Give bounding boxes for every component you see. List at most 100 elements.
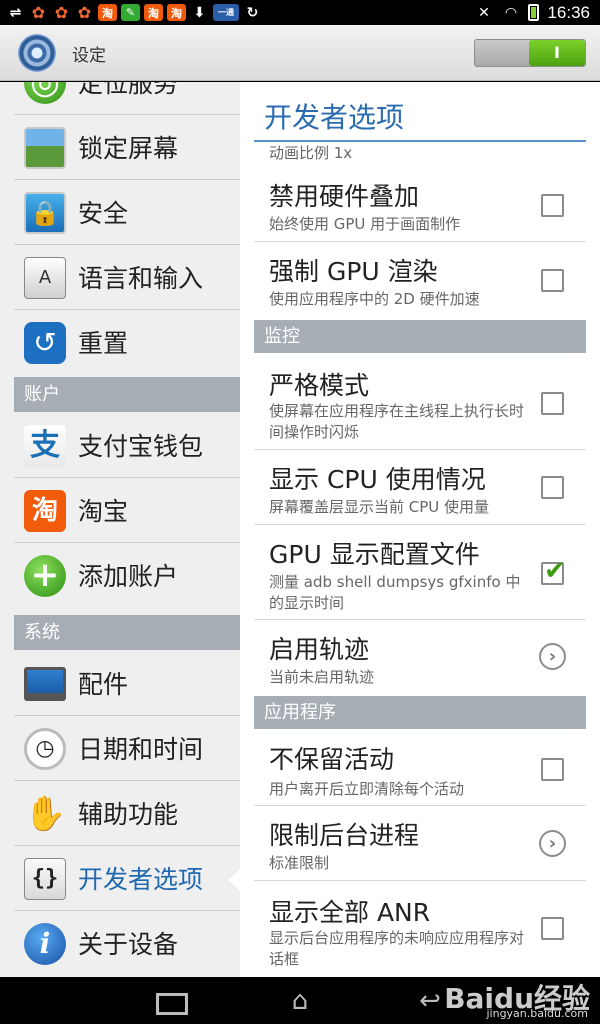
download-icon: ⬇ xyxy=(193,4,206,21)
sidebar-item-date-time[interactable]: ◷ 日期和时间 xyxy=(14,716,240,781)
sync-icon: ↻ xyxy=(246,4,259,21)
sidebar-item-lock-screen[interactable]: 锁定屏幕 xyxy=(14,115,240,180)
item-title: 限制后台进程 xyxy=(269,821,420,850)
sidebar-item-label: 语言和输入 xyxy=(78,264,204,293)
item-title: 显示全部 ANR xyxy=(269,898,431,927)
item-subtitle: 标准限制 xyxy=(269,854,330,872)
clock-icon: ◷ xyxy=(24,728,66,770)
clock-time: 16:36 xyxy=(547,2,590,22)
item-title: 禁用硬件叠加 xyxy=(269,182,420,211)
item-subtitle: 测量 adb shell dumpsys gfxinfo 中的显示时间 xyxy=(269,573,521,612)
checkbox[interactable] xyxy=(541,194,564,217)
clover-icon: ✿ xyxy=(77,3,92,22)
list-item-partial: 动画比例 1x xyxy=(254,142,586,164)
setting-show-cpu-usage[interactable]: 显示 CPU 使用情况 屏幕覆盖层显示当前 CPU 使用量 xyxy=(254,450,586,525)
usb-icon: ⇌ xyxy=(9,4,22,21)
security-icon: 🔒 xyxy=(24,192,66,234)
sidebar-item-reset[interactable]: ↺ 重置 xyxy=(14,310,240,375)
panel-title: 开发者选项 xyxy=(264,101,405,134)
developer-options-panel: 开发者选项 动画比例 1x 禁用硬件叠加 始终使用 GPU 用于画面制作 强制 … xyxy=(240,82,600,977)
taobao-icon: 淘 xyxy=(144,4,163,21)
setting-force-gpu-render[interactable]: 强制 GPU 渲染 使用应用程序中的 2D 硬件加速 xyxy=(254,242,586,315)
item-title: 显示 CPU 使用情况 xyxy=(269,465,486,494)
sidebar-item-developer-options[interactable]: {} 开发者选项 xyxy=(14,846,240,911)
lock-screen-icon xyxy=(24,127,66,169)
alipay-icon: 支 xyxy=(24,425,66,467)
sidebar-item-label: 辅助功能 xyxy=(78,800,179,829)
sidebar-item-label: 日期和时间 xyxy=(78,735,204,764)
item-subtitle: 始终使用 GPU 用于画面制作 xyxy=(269,215,461,233)
notification-icons: ⇌ ✿ ✿ ✿ 淘 ✎ 淘 淘 ⬇ 一通 ↻ xyxy=(6,3,262,22)
sidebar-item-label: 支付宝钱包 xyxy=(78,432,204,461)
info-icon: i xyxy=(24,923,66,965)
sidebar-item-label: 配件 xyxy=(78,670,129,699)
item-subtitle: 显示后台应用程序的未响应应用程序对话框 xyxy=(269,929,525,968)
item-subtitle: 动画比例 1x xyxy=(269,144,353,162)
setting-enable-traces[interactable]: 启用轨迹 当前未启用轨迹 › xyxy=(254,620,586,694)
item-subtitle: 屏幕覆盖层显示当前 CPU 使用量 xyxy=(269,498,490,516)
sidebar-item-label: 重置 xyxy=(78,329,129,358)
sidebar-item-add-account[interactable]: + 添加账户 xyxy=(14,543,240,608)
sidebar-item-label: 安全 xyxy=(78,199,129,228)
checkbox[interactable] xyxy=(541,392,564,415)
item-title: 严格模式 xyxy=(269,371,370,400)
setting-limit-background-processes[interactable]: 限制后台进程 标准限制 › xyxy=(254,806,586,881)
battery-icon xyxy=(528,4,540,21)
navigation-bar: ⌂ ↩ Baidu经验 jingyan.baidu.com xyxy=(0,977,600,1024)
checkbox[interactable] xyxy=(541,476,564,499)
section-header-accounts: 账户 xyxy=(14,377,240,412)
recent-apps-icon[interactable] xyxy=(150,987,188,1015)
chevron-right-icon[interactable]: › xyxy=(539,830,566,857)
sidebar-item-accessibility[interactable]: ✋ 辅助功能 xyxy=(14,781,240,846)
wifi-icon: ◠ xyxy=(505,4,517,21)
sidebar-item-label: 淘宝 xyxy=(78,497,129,526)
cleaner-icon: ✎ xyxy=(121,4,140,21)
developer-options-toggle[interactable]: I xyxy=(474,39,586,67)
watermark-url: jingyan.baidu.com xyxy=(486,1007,588,1020)
section-header-system: 系统 xyxy=(14,615,240,650)
sidebar-item-location[interactable]: ◎ 定位服务 xyxy=(14,82,240,115)
setting-show-all-anr[interactable]: 显示全部 ANR 显示后台应用程序的未响应应用程序对话框 xyxy=(254,881,586,977)
item-title: 强制 GPU 渲染 xyxy=(269,257,438,286)
item-subtitle: 当前未启用轨迹 xyxy=(269,668,375,686)
clover-icon: ✿ xyxy=(54,3,69,22)
setting-disable-hw-overlay[interactable]: 禁用硬件叠加 始终使用 GPU 用于画面制作 xyxy=(254,167,586,242)
item-subtitle: 使屏幕在应用程序在主线程上执行长时间操作时闪烁 xyxy=(269,402,525,441)
app-title: 设定 xyxy=(72,46,106,66)
sidebar-item-label: 添加账户 xyxy=(78,562,179,591)
hand-icon: ✋ xyxy=(24,793,67,835)
action-bar: 设定 I xyxy=(0,25,600,81)
sidebar-item-label: 开发者选项 xyxy=(78,865,204,894)
sidebar-item-about-device[interactable]: i 关于设备 xyxy=(14,911,240,976)
toggle-on-label: I xyxy=(529,40,585,66)
settings-category-list: ◎ 定位服务 锁定屏幕 🔒 安全 A 语言和输入 ↺ 重置 账户 支 支付宝钱包… xyxy=(0,82,240,977)
home-icon[interactable]: ⌂ xyxy=(280,987,320,1015)
add-icon: + xyxy=(24,555,66,597)
clover-icon: ✿ xyxy=(31,3,46,22)
taobao-icon: 淘 xyxy=(167,4,186,21)
item-title: GPU 显示配置文件 xyxy=(269,540,480,569)
setting-dont-keep-activities[interactable]: 不保留活动 用户离开后立即清除每个活动 xyxy=(254,730,586,806)
location-icon: ◎ xyxy=(24,82,66,104)
sidebar-item-label: 关于设备 xyxy=(78,930,179,959)
sidebar-item-alipay[interactable]: 支 支付宝钱包 xyxy=(14,413,240,478)
setting-gpu-profile[interactable]: GPU 显示配置文件 测量 adb shell dumpsys gfxinfo … xyxy=(254,525,586,620)
sidebar-item-security[interactable]: 🔒 安全 xyxy=(14,180,240,245)
mute-icon: ✕ xyxy=(478,4,490,21)
chevron-right-icon[interactable]: › xyxy=(539,643,566,670)
setting-strict-mode[interactable]: 严格模式 使屏幕在应用程序在主线程上执行长时间操作时闪烁 xyxy=(254,354,586,450)
checkbox[interactable]: ✔ xyxy=(541,556,566,586)
checkbox[interactable] xyxy=(541,917,564,940)
checkmark-icon: ✔ xyxy=(544,556,566,586)
sidebar-item-accessory[interactable]: 配件 xyxy=(14,651,240,716)
checkbox[interactable] xyxy=(541,758,564,781)
sidebar-item-language-input[interactable]: A 语言和输入 xyxy=(14,245,240,310)
taobao-icon: 淘 xyxy=(98,4,117,21)
item-title: 不保留活动 xyxy=(269,745,395,774)
checkbox[interactable] xyxy=(541,269,564,292)
sidebar-item-label: 定位服务 xyxy=(78,82,179,98)
sidebar-item-label: 锁定屏幕 xyxy=(78,134,179,163)
section-header-monitoring: 监控 xyxy=(254,320,586,353)
sidebar-item-taobao[interactable]: 淘 淘宝 xyxy=(14,478,240,543)
settings-gear-icon[interactable] xyxy=(18,34,56,72)
